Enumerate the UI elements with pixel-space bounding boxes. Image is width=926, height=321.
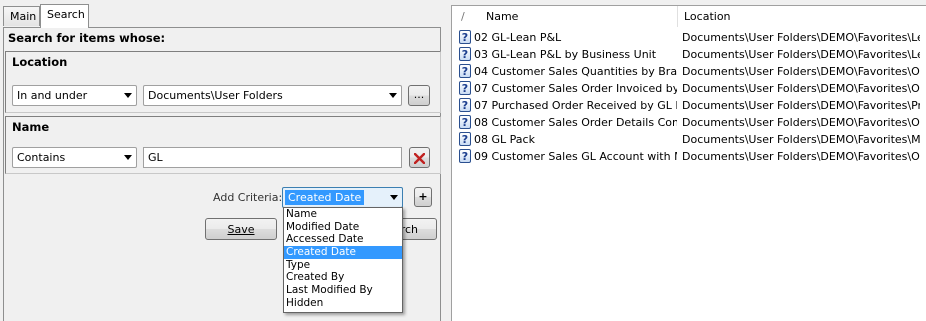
result-row[interactable]: ? 07 Customer Sales Order Invoiced by GL… <box>452 80 926 97</box>
chevron-down-icon <box>390 195 398 200</box>
criteria-option-type[interactable]: Type <box>284 259 402 272</box>
result-name: 09 Customer Sales GL Account with Mar... <box>474 150 677 163</box>
result-name: 08 Customer Sales Order Details Comple..… <box>474 116 677 129</box>
criteria-option-created-by[interactable]: Created By <box>284 271 402 284</box>
help-report-icon: ? <box>459 64 471 78</box>
sort-column-header[interactable]: / <box>452 6 476 27</box>
browse-label: ... <box>413 88 425 101</box>
location-scope-select[interactable]: In and under <box>12 85 137 106</box>
results-list: / Name Location ? 02 GL-Lean P&L Documen… <box>451 5 926 321</box>
tab-search-label: Search <box>47 8 85 21</box>
result-location: Documents\User Folders\DEMO\Favorites\Mo… <box>682 133 920 146</box>
help-report-icon: ? <box>459 115 471 129</box>
result-row[interactable]: ? 08 Customer Sales Order Details Comple… <box>452 114 926 131</box>
search-heading: Search for items whose: <box>8 31 166 45</box>
add-criteria-dropdown: Name Modified Date Accessed Date Created… <box>283 207 403 313</box>
remove-criteria-button[interactable] <box>409 147 430 168</box>
location-path-select[interactable]: Documents\User Folders <box>143 85 402 106</box>
location-column-label: Location <box>684 10 731 23</box>
help-report-icon: ? <box>459 98 471 112</box>
location-path-value: Documents\User Folders <box>148 89 283 102</box>
result-name: 04 Customer Sales Quantities by Branch .… <box>474 65 677 78</box>
criteria-option-last-modified-by[interactable]: Last Modified By <box>284 284 402 297</box>
tab-main[interactable]: Main <box>3 6 40 26</box>
result-row[interactable]: ? 09 Customer Sales GL Account with Mar.… <box>452 148 926 165</box>
result-location: Documents\User Folders\DEMO\Favorites\Or… <box>682 82 920 95</box>
location-column-header[interactable]: Location <box>678 6 923 27</box>
help-report-icon: ? <box>459 81 471 95</box>
result-location: Documents\User Folders\DEMO\Favorites\Or… <box>682 150 920 163</box>
add-criteria-label: Add Criteria: <box>213 191 283 204</box>
result-location: Documents\User Folders\DEMO\Favorites\Or… <box>682 116 920 129</box>
location-title: Location <box>12 55 68 69</box>
save-label: Save <box>227 223 255 236</box>
result-name: 02 GL-Lean P&L <box>474 31 562 44</box>
save-button[interactable]: Save <box>205 218 277 240</box>
location-scope-value: In and under <box>17 89 88 102</box>
result-name: 07 Customer Sales Order Invoiced by GL..… <box>474 82 677 95</box>
result-location: Documents\User Folders\DEMO\Favorites\Le… <box>682 48 920 61</box>
criteria-option-accessed-date[interactable]: Accessed Date <box>284 233 402 246</box>
name-value-text: GL <box>148 151 163 164</box>
chevron-down-icon <box>389 93 397 98</box>
add-criteria-plus: + <box>418 190 428 203</box>
result-location: Documents\User Folders\DEMO\Favorites\Or… <box>682 65 920 78</box>
help-report-icon: ? <box>459 30 471 44</box>
name-operator-value: Contains <box>17 151 66 164</box>
result-row[interactable]: ? 04 Customer Sales Quantities by Branch… <box>452 63 926 80</box>
criteria-option-hidden[interactable]: Hidden <box>284 297 402 310</box>
result-location: Documents\User Folders\DEMO\Favorites\Le… <box>682 31 920 44</box>
search-label: rch <box>400 223 418 236</box>
name-operator-select[interactable]: Contains <box>12 147 137 168</box>
tab-search[interactable]: Search <box>40 4 89 28</box>
criteria-option-created-date[interactable]: Created Date <box>284 246 402 259</box>
name-column-header[interactable]: Name <box>480 6 675 27</box>
chevron-down-icon <box>124 93 132 98</box>
result-row[interactable]: ? 07 Purchased Order Received by GL Da..… <box>452 97 926 114</box>
name-value-input[interactable]: GL <box>143 147 402 168</box>
add-criteria-select[interactable]: Created Date <box>282 187 403 208</box>
result-name: 08 GL Pack <box>474 133 535 146</box>
result-name: 07 Purchased Order Received by GL Da... <box>474 99 677 112</box>
criteria-option-name[interactable]: Name <box>284 208 402 221</box>
chevron-down-icon <box>124 155 132 160</box>
result-row[interactable]: ? 03 GL-Lean P&L by Business Unit Docume… <box>452 46 926 63</box>
result-row[interactable]: ? 08 GL Pack Documents\User Folders\DEMO… <box>452 131 926 148</box>
result-row[interactable]: ? 02 GL-Lean P&L Documents\User Folders\… <box>452 29 926 46</box>
browse-location-button[interactable]: ... <box>408 85 430 106</box>
add-criteria-button[interactable]: + <box>414 187 432 207</box>
name-title: Name <box>12 120 50 134</box>
help-report-icon: ? <box>459 149 471 163</box>
tab-main-label: Main <box>10 10 37 23</box>
sort-indicator-icon: / <box>461 10 465 23</box>
result-location: Documents\User Folders\DEMO\Favorites\Pr… <box>682 99 920 112</box>
name-column-label: Name <box>486 10 519 23</box>
add-criteria-value: Created Date <box>285 190 365 205</box>
help-report-icon: ? <box>459 132 471 146</box>
close-icon <box>413 152 426 165</box>
help-report-icon: ? <box>459 47 471 61</box>
criteria-option-modified-date[interactable]: Modified Date <box>284 221 402 234</box>
result-name: 03 GL-Lean P&L by Business Unit <box>474 48 657 61</box>
